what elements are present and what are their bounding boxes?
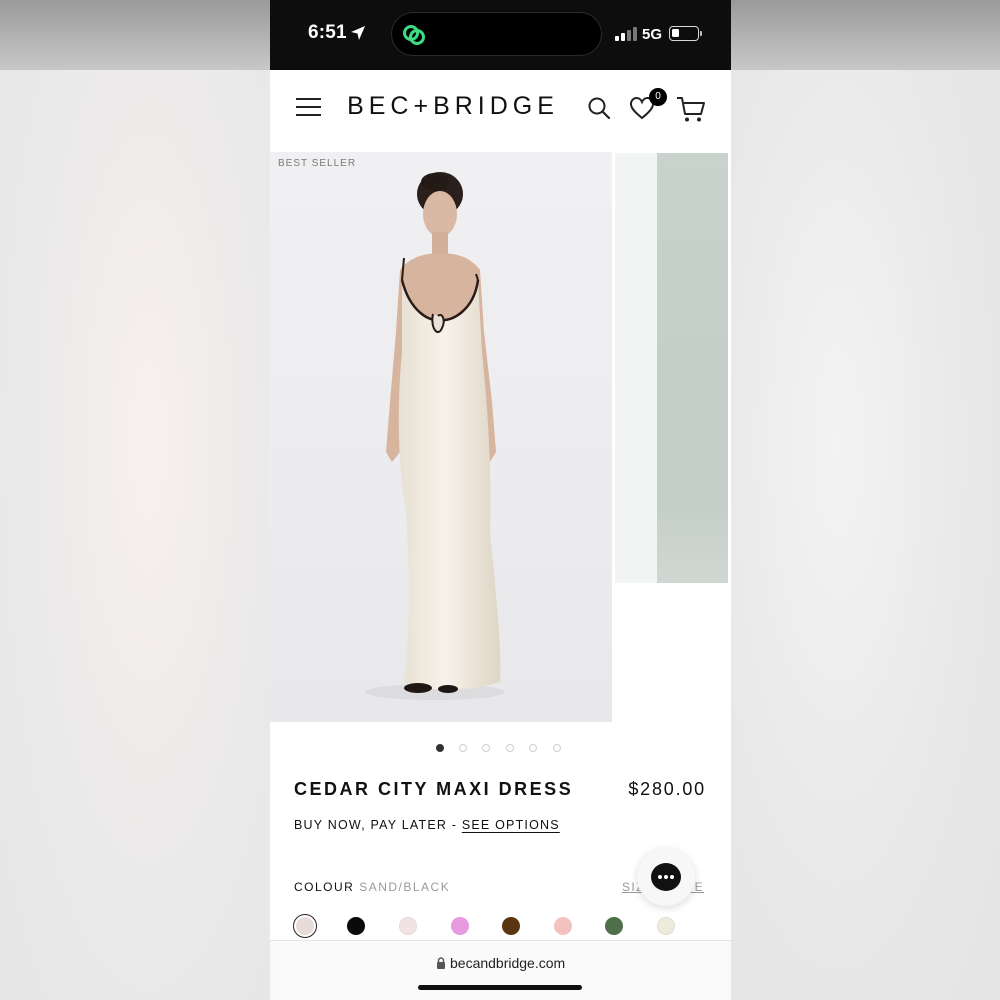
next-image-floor <box>657 513 728 583</box>
colour-swatch[interactable] <box>554 917 572 935</box>
colour-swatch[interactable] <box>657 917 675 935</box>
status-bar: 6:51 5G <box>270 0 731 70</box>
colour-swatch[interactable] <box>502 917 520 935</box>
colour-swatch[interactable] <box>399 917 417 935</box>
background-blur-left <box>0 70 270 1000</box>
carousel-dot[interactable] <box>506 744 514 752</box>
browser-url-bar[interactable]: becandbridge.com <box>270 940 731 1000</box>
bnpl-row: BUY NOW, PAY LATER - SEE OPTIONS <box>294 818 560 832</box>
battery-icon <box>669 26 699 41</box>
background-blur-right <box>731 70 1000 1000</box>
url-text[interactable]: becandbridge.com <box>450 955 565 971</box>
product-image-next[interactable] <box>615 153 728 583</box>
site-header: BEC+BRIDGE 0 <box>270 70 731 152</box>
carousel-dot[interactable] <box>436 744 444 752</box>
dynamic-island[interactable] <box>391 12 602 56</box>
chat-button[interactable] <box>637 848 695 906</box>
colour-swatch[interactable] <box>605 917 623 935</box>
product-gallery[interactable]: BEST SELLER <box>270 152 731 722</box>
product-price: $280.00 <box>628 779 706 799</box>
status-time: 6:51 <box>308 22 347 43</box>
lock-icon <box>437 957 445 969</box>
search-icon[interactable] <box>587 96 611 120</box>
dress-model-illustration <box>365 172 505 700</box>
battery-tip <box>700 31 702 36</box>
best-seller-badge: BEST SELLER <box>278 158 357 169</box>
colour-swatch[interactable] <box>347 917 365 935</box>
colour-swatches <box>293 914 713 938</box>
bnpl-text: BUY NOW, PAY LATER - <box>294 818 462 832</box>
selected-colour-name: SAND/BLACK <box>359 880 451 894</box>
network-type: 5G <box>642 26 663 43</box>
carousel-dot[interactable] <box>553 744 561 752</box>
location-arrow-icon <box>351 26 365 40</box>
app-link-icon <box>403 25 425 45</box>
product-image-main[interactable]: BEST SELLER <box>270 152 612 722</box>
colour-label: COLOUR <box>294 880 355 894</box>
product-title: CEDAR CITY MAXI DRESS <box>294 779 574 799</box>
wishlist-count-badge: 0 <box>649 88 667 106</box>
cart-icon[interactable] <box>676 95 706 123</box>
menu-icon[interactable] <box>296 98 321 118</box>
colour-row: COLOUR SAND/BLACK <box>294 880 450 894</box>
carousel-dot[interactable] <box>482 744 490 752</box>
phone-screen: 6:51 5G BEC+BRIDGE 0 BEST SELLER CEDAR C… <box>270 0 731 1000</box>
carousel-dot[interactable] <box>459 744 467 752</box>
colour-swatch[interactable] <box>451 917 469 935</box>
chat-icon <box>651 863 681 891</box>
see-options-link[interactable]: SEE OPTIONS <box>462 818 560 832</box>
signal-icon <box>615 27 637 41</box>
carousel-dots <box>270 744 731 756</box>
colour-swatch[interactable] <box>293 914 317 938</box>
brand-logo[interactable]: BEC+BRIDGE <box>338 92 568 121</box>
carousel-dot[interactable] <box>529 744 537 752</box>
home-indicator[interactable] <box>418 985 582 990</box>
